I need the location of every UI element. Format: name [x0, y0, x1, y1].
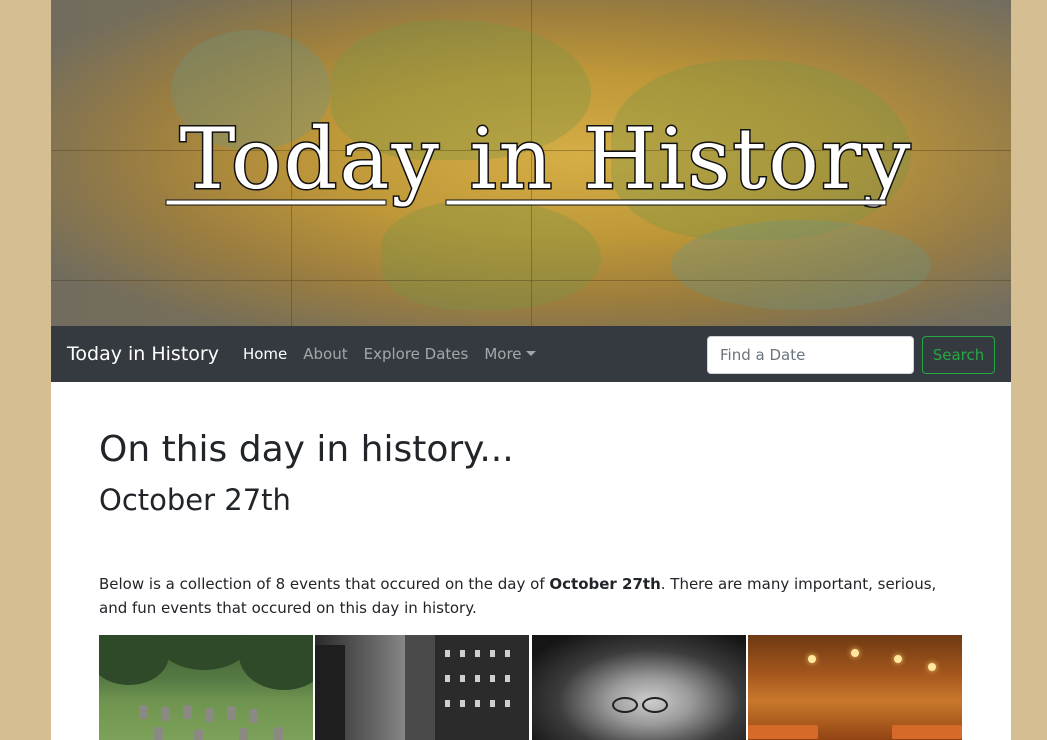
image-headstone — [154, 727, 163, 740]
image-window — [490, 675, 495, 682]
banner-logo-title: Today in History — [146, 100, 946, 220]
image-lamp — [894, 655, 902, 663]
event-image-city-street[interactable] — [315, 635, 529, 740]
image-window — [460, 700, 465, 707]
image-building — [405, 635, 435, 740]
image-glasses-lens — [642, 697, 668, 713]
page-container: Today in History Today in History Home A… — [51, 0, 1011, 740]
image-lamp — [851, 649, 859, 657]
image-window — [505, 700, 510, 707]
image-lamp — [808, 655, 816, 663]
intro-date-bold: October 27th — [549, 575, 661, 593]
header-banner-image: Today in History — [51, 0, 1011, 326]
image-window — [505, 650, 510, 657]
banner-logo-title-svg: Today in History — [165, 109, 913, 210]
image-window — [490, 650, 495, 657]
image-glasses-lens — [612, 697, 638, 713]
nav-link-home[interactable]: Home — [243, 345, 287, 363]
image-window — [445, 675, 450, 682]
image-headstone — [274, 727, 283, 740]
event-image-cemetery[interactable] — [99, 635, 313, 740]
nav-link-explore-dates[interactable]: Explore Dates — [364, 345, 469, 363]
navbar: Today in History Home About Explore Date… — [51, 326, 1011, 382]
image-building — [315, 645, 345, 740]
image-headstone — [239, 728, 248, 740]
image-headstone — [183, 705, 192, 719]
search-form: Search — [707, 336, 995, 374]
page-heading: On this day in history... — [99, 429, 514, 470]
event-image-subway-car[interactable] — [748, 635, 962, 740]
image-window — [475, 650, 480, 657]
image-headstone — [249, 709, 258, 723]
banner-underline — [165, 199, 387, 206]
image-headstone — [227, 706, 236, 720]
image-window — [460, 675, 465, 682]
image-lamp — [928, 663, 936, 671]
event-image-portrait[interactable] — [532, 635, 746, 740]
image-window — [505, 675, 510, 682]
image-headstone — [194, 729, 203, 740]
intro-text: Below is a collection of 8 events that o… — [99, 575, 550, 593]
image-headstone — [161, 707, 170, 721]
banner-title-text: Today in History — [180, 110, 913, 208]
event-gallery — [99, 635, 963, 740]
image-window — [460, 650, 465, 657]
nav-link-about[interactable]: About — [303, 345, 347, 363]
nav-dropdown-more[interactable]: More — [484, 345, 536, 363]
image-seat — [748, 725, 818, 739]
intro-paragraph: Below is a collection of 8 events that o… — [99, 572, 963, 620]
image-window — [475, 675, 480, 682]
navbar-brand[interactable]: Today in History — [67, 343, 219, 365]
image-window — [445, 700, 450, 707]
date-subheading: October 27th — [99, 483, 291, 517]
caret-down-icon — [525, 351, 536, 356]
image-seat — [892, 725, 962, 739]
image-tree — [239, 635, 313, 690]
banner-underline — [445, 199, 887, 206]
image-window — [445, 650, 450, 657]
search-button[interactable]: Search — [922, 336, 995, 374]
image-headstone — [139, 705, 148, 719]
nav-link-more-label: More — [484, 345, 522, 363]
map-sea — [671, 220, 931, 310]
image-window — [490, 700, 495, 707]
date-search-input[interactable] — [707, 336, 914, 374]
image-headstone — [205, 708, 214, 722]
image-tree — [159, 635, 249, 670]
image-window — [475, 700, 480, 707]
